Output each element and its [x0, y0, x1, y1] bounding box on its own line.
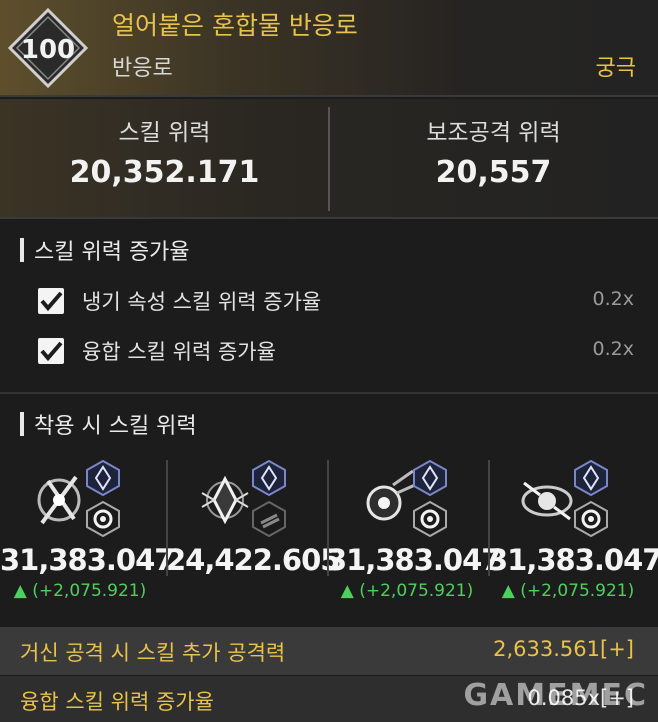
increase-item-label: 융합 스킬 위력 증가율	[82, 340, 276, 364]
increase-section-title: 스킬 위력 증가율	[20, 234, 190, 266]
sub-attack-power-label: 보조공격 위력	[426, 120, 561, 146]
fusion-badge-icon	[86, 501, 120, 537]
slot-power-delta-text: (+2,075.921)	[520, 581, 635, 601]
slot-power-value: 31,383.047	[0, 543, 174, 577]
increase-item-value: 0.2x	[592, 338, 634, 360]
skill-stats-panel: 스킬 위력 20,352.171 보조공격 위력 20,557	[0, 99, 658, 219]
checkmark-icon	[40, 341, 63, 362]
slot-power-delta: ▲ (+2,075.921)	[501, 581, 635, 601]
module-art-icon	[366, 469, 416, 521]
level-diamond-icon: 100	[8, 8, 88, 88]
skill-power-stat: 스킬 위력 20,352.171	[0, 99, 329, 219]
skill-header: 100 얼어붙은 혼합물 반응로 반응로 궁극	[0, 0, 658, 97]
checkbox-cold[interactable]	[38, 288, 64, 314]
increase-item-fusion[interactable]: 융합 스킬 위력 증가율 0.2x	[38, 336, 638, 370]
checkmark-icon	[40, 291, 63, 312]
increase-item-value: 0.2x	[592, 288, 634, 310]
equip-slot-2[interactable]: 24,422.605	[166, 455, 340, 610]
fusion-badge-icon	[413, 501, 447, 537]
watermark: GAMEMEC	[463, 678, 648, 713]
skill-name: 얼어붙은 혼합물 반응로	[112, 11, 358, 40]
sub-attack-power-value: 20,557	[435, 155, 552, 190]
slot-power-delta: ▲ (+2,075.921)	[340, 581, 474, 601]
module-art-icon	[201, 475, 249, 525]
bonus-row-titan-attack[interactable]: 거신 공격 시 스킬 추가 공격력 2,633.561[+]	[0, 627, 658, 675]
bonus-row-value: 2,633.561[+]	[493, 637, 634, 661]
fusion-badge-icon	[574, 501, 608, 537]
skill-power-value: 20,352.171	[69, 155, 260, 190]
increase-item-label: 냉기 속성 스킬 위력 증가율	[82, 290, 322, 314]
bonus-row-label: 거신 공격 시 스킬 추가 공격력	[20, 641, 286, 665]
module-art-icon	[37, 475, 81, 525]
equip-section-title: 착용 시 스킬 위력	[20, 408, 197, 440]
increase-item-cold[interactable]: 냉기 속성 스킬 위력 증가율 0.2x	[38, 286, 638, 320]
skill-power-label: 스킬 위력	[118, 120, 211, 146]
skill-category: 반응로	[112, 56, 173, 81]
element-badge-icon	[252, 460, 286, 496]
slot-power-delta-text: (+2,075.921)	[359, 581, 474, 601]
element-badge-icon	[574, 460, 608, 496]
equip-slot-4[interactable]: 31,383.047 ▲ (+2,075.921)	[488, 455, 658, 610]
slot-power-value: 31,383.047	[327, 543, 501, 577]
fusion-badge-icon-dim	[252, 501, 286, 537]
element-badge-icon	[86, 460, 120, 496]
slot-power-delta-text: (+2,075.921)	[32, 581, 147, 601]
equip-slot-3[interactable]: 31,383.047 ▲ (+2,075.921)	[327, 455, 501, 610]
skill-level: 100	[21, 35, 75, 65]
bonus-row-label: 융합 스킬 위력 증가율	[20, 690, 214, 714]
skill-grade: 궁극	[595, 56, 636, 81]
sub-attack-power-stat: 보조공격 위력 20,557	[329, 99, 658, 219]
section-divider	[0, 392, 658, 394]
element-badge-icon	[413, 460, 447, 496]
module-art-icon	[521, 481, 573, 521]
checkbox-fusion[interactable]	[38, 338, 64, 364]
slot-power-delta: ▲ (+2,075.921)	[13, 581, 147, 601]
slot-power-value: 24,422.605	[166, 543, 340, 577]
equip-slot-1[interactable]: 31,383.047 ▲ (+2,075.921)	[0, 455, 174, 610]
slot-power-value: 31,383.047	[488, 543, 658, 577]
